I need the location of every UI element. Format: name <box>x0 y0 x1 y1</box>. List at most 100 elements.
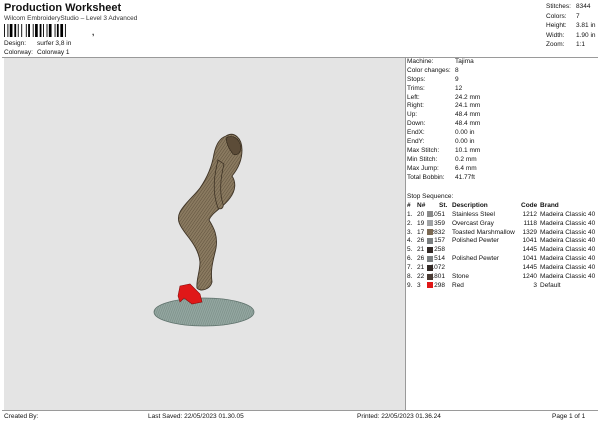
row-num: 3. <box>407 228 413 236</box>
thread-color-swatch <box>427 255 433 262</box>
table-row: 4. 26 157 Polished Pewter 1041 Madeira Classi… <box>407 237 600 246</box>
info-row: EndX: 0.00 in <box>407 129 475 137</box>
software-subtitle: Wilcom EmbroideryStudio – Level 3 Advanc… <box>4 15 138 22</box>
barcode-bar <box>7 24 9 37</box>
table-row: 8. 22 1801 Stone 1240 Madeira Classic 40 <box>407 273 600 282</box>
row-code: 1445 <box>522 246 537 254</box>
thread-color-swatch <box>427 282 433 289</box>
row-num: 5. <box>407 246 413 254</box>
row-needle: 20 <box>417 210 425 218</box>
row-num: 8. <box>407 273 413 281</box>
info-row: Right: 24.1 mm <box>407 102 481 110</box>
table-row: 6. 26 514 Polished Pewter 1041 Madeira Classi… <box>407 255 600 264</box>
footer-created-by: Created By: <box>4 413 39 420</box>
barcode-bar <box>21 24 23 37</box>
row-code: 3 <box>533 281 537 289</box>
info-row: Max Jump: 6.4 mm <box>407 164 477 172</box>
info-row: Down: 48.4 mm <box>407 120 481 128</box>
barcode-icon <box>4 24 66 37</box>
thread-color-swatch <box>427 211 433 218</box>
barcode-bar <box>43 24 44 37</box>
row-brand: Default <box>540 281 561 289</box>
barcode-bar <box>32 24 34 37</box>
row-brand: Madeira Classic 40 <box>540 255 596 263</box>
stat-height: Height: 3.81 in <box>546 22 596 30</box>
row-code: 1329 <box>522 228 537 236</box>
stop-sequence-header: # N# St. Description Code Brand <box>407 202 600 211</box>
stop-sequence: Stop Sequence: # N# St. Description Code… <box>407 193 600 291</box>
info-row: Color changes: 8 <box>407 66 459 74</box>
design-preview <box>4 58 405 410</box>
table-row: 2. 19 359 Overcast Gray 1118 Madeira Classic … <box>407 220 600 229</box>
barcode-bar <box>56 24 59 37</box>
row-needle: 26 <box>417 237 425 245</box>
row-description: Polished Pewter <box>452 237 499 245</box>
barcode-bar <box>14 24 17 37</box>
row-num: 4. <box>407 237 413 245</box>
row-code: 1240 <box>522 273 537 281</box>
info-row: Stops: 9 <box>407 75 459 83</box>
barcode-bar <box>17 24 19 37</box>
row-brand: Madeira Classic 40 <box>540 264 596 272</box>
barcode-bar <box>9 24 13 37</box>
design-value: surfer 3,8 in <box>37 40 72 47</box>
row-code: 1041 <box>522 237 537 245</box>
info-row: Left: 24.2 mm <box>407 93 481 101</box>
footer-divider <box>2 410 598 411</box>
row-description: Polished Pewter <box>452 255 499 263</box>
info-row: Up: 48.4 mm <box>407 111 481 119</box>
footer-printed: Printed: 22/05/2023 01.36.24 <box>357 413 441 420</box>
row-brand: Madeira Classic 40 <box>540 228 596 236</box>
row-num: 2. <box>407 219 413 227</box>
col-brand: Brand <box>540 201 559 209</box>
row-code: 1118 <box>523 219 538 227</box>
row-brand: Madeira Classic 40 <box>540 237 596 245</box>
surfer-embroidery-image <box>153 133 255 327</box>
column-divider <box>405 57 406 410</box>
thread-color-swatch <box>427 246 433 253</box>
stat-width: Width: 1.90 in <box>546 31 596 39</box>
thread-color-swatch <box>427 220 433 227</box>
row-description: Stone <box>452 273 469 281</box>
row-needle: 21 <box>417 264 425 272</box>
barcode-bar <box>39 24 42 37</box>
col-code: Code <box>521 201 538 209</box>
stop-sequence-title: Stop Sequence: <box>407 193 454 200</box>
info-row: Min Stitch: 0.2 mm <box>407 155 477 163</box>
row-needle: 21 <box>417 246 425 254</box>
row-needle: 26 <box>417 255 425 263</box>
barcode-bar <box>25 24 27 37</box>
info-row: Total Bobbin: 41.77ft <box>407 173 475 181</box>
machine-info: Machine: Tajima Color changes: 8 Stops: 9 T… <box>407 58 597 182</box>
info-row: Machine: Tajima <box>407 58 474 65</box>
info-row: Max Stitch: 10.1 mm <box>407 146 481 154</box>
table-row: 5. 21 258 1445 Madeira Classic 40 <box>407 246 600 255</box>
table-row: 7. 21 1072 1445 Madeira Classic 40 <box>407 264 600 273</box>
row-num: 1. <box>407 210 413 218</box>
colorway-row: Colorway: Colorway 1 <box>4 49 70 56</box>
row-description: Stainless Steel <box>452 210 495 218</box>
barcode-bar <box>60 24 64 37</box>
barcode-bar <box>46 24 48 37</box>
col-n: N# <box>417 201 426 209</box>
row-description: Overcast Gray <box>452 219 494 227</box>
barcode-bar <box>35 24 38 37</box>
row-code: 1445 <box>522 264 537 272</box>
row-num: 9. <box>407 281 413 289</box>
stat-stitches: Stitches: 8344 <box>546 3 591 10</box>
info-row: EndY: 0.00 in <box>407 138 475 146</box>
thread-color-swatch <box>427 264 433 271</box>
row-brand: Madeira Classic 40 <box>540 246 596 254</box>
row-description: Red <box>452 281 464 289</box>
row-code: 1212 <box>522 210 537 218</box>
thread-color-swatch <box>427 229 433 236</box>
design-stats: Stitches: 8344 Colors: 7 Height: 3.81 in Wi… <box>546 2 596 50</box>
barcode-bar <box>48 24 52 37</box>
col-num: # <box>407 201 411 209</box>
table-row: 1. 20 1051 Stainless Steel 1212 Madeira Class… <box>407 211 600 220</box>
stat-colors: Colors: 7 <box>546 12 580 20</box>
thread-color-swatch <box>427 237 433 244</box>
row-brand: Madeira Classic 40 <box>540 273 596 281</box>
row-brand: Madeira Classic 40 <box>540 210 596 218</box>
table-row: 3. 17 2832 Toasted Marshmallow 1329 Madeira C… <box>407 229 600 238</box>
